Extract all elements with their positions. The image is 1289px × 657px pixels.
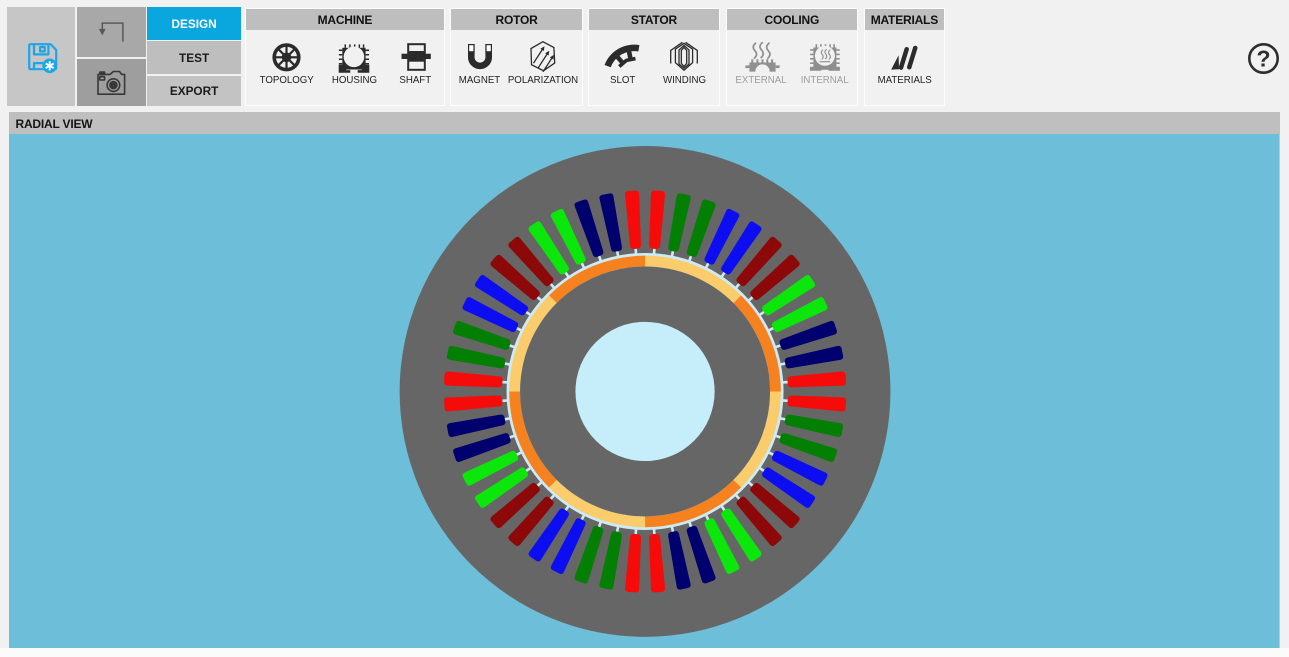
svg-text:?: ? bbox=[1256, 45, 1270, 71]
